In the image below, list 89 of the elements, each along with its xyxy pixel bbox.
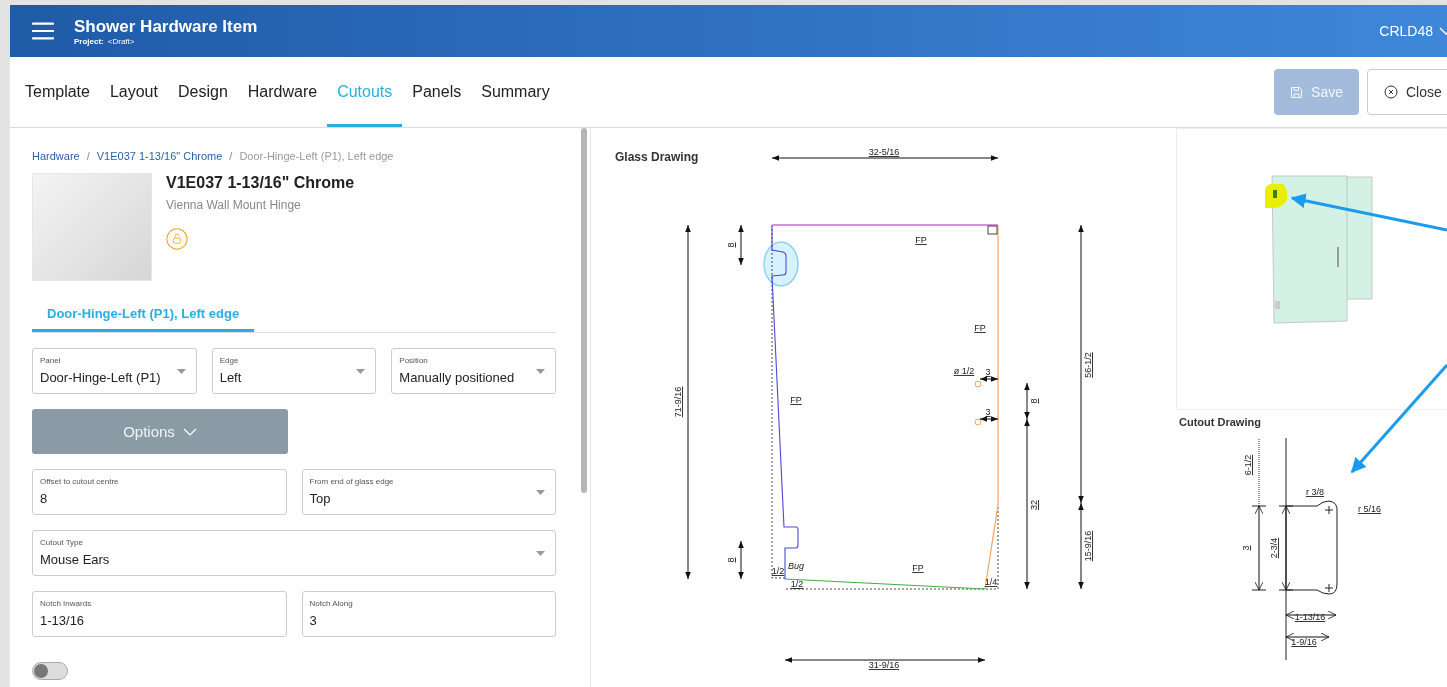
field-value: Door-Hinge-Left (P1) <box>40 370 161 385</box>
product-title: V1E037 1-13/16" Chrome <box>166 174 355 192</box>
dimension-label: FP <box>912 563 924 573</box>
select-field[interactable]: Edge Left <box>211 348 377 394</box>
toggle-switch[interactable] <box>32 662 68 680</box>
project-value: <Draft> <box>107 36 135 46</box>
dimension-label: r 3/8 <box>1306 487 1324 497</box>
product-subtitle: Vienna Wall Mount Hinge <box>166 198 301 212</box>
dimension-label: 8 <box>726 557 736 563</box>
dimension-label: Bug <box>788 561 804 571</box>
input-field[interactable]: Offset to cutout centre 8 <box>32 469 287 515</box>
nav-tab[interactable]: Hardware <box>237 57 328 127</box>
field-label: Offset to cutout centre <box>40 477 119 486</box>
select-field[interactable]: Position Manually positioned <box>391 348 556 394</box>
dimension-label: 1-9/16 <box>1291 637 1317 647</box>
drawing-title: Cutout Drawing <box>1178 415 1262 428</box>
dimension-line <box>979 376 999 382</box>
dimension-label: FP <box>915 235 927 245</box>
dimension-label: 31-9/16 <box>868 660 900 670</box>
hole-circle <box>974 380 982 388</box>
dimension-label: 1/4 <box>984 577 998 587</box>
dimension-label: 8 <box>726 242 736 248</box>
dimension-label: 1/2 <box>790 579 804 589</box>
dimension-label: 1/2 <box>771 566 785 576</box>
dimension-label: 1-13/16 <box>1294 612 1326 622</box>
field-value: 8 <box>40 491 48 506</box>
close-button[interactable]: Close <box>1367 69 1447 115</box>
dimension-label: 8 <box>1029 398 1039 404</box>
dimension-label: ø 1/2 <box>953 366 975 376</box>
field-value: Left <box>219 370 242 385</box>
dimension-label: FP <box>790 395 802 405</box>
input-field[interactable]: Notch Inwards 1-13/16 <box>32 591 287 637</box>
field-label: Position <box>399 356 428 365</box>
corner-square <box>987 225 998 235</box>
project-label: Project: <box>74 36 104 46</box>
dimension-label: 3 <box>1241 545 1251 551</box>
dimension-label: 56-1/2 <box>1083 352 1093 378</box>
select-field[interactable]: Panel Door-Hinge-Left (P1) <box>32 348 197 394</box>
dimension-label: 32-5/16 <box>868 147 900 157</box>
dimension-line <box>738 540 744 580</box>
dimension-label: 6-1/2 <box>1243 454 1253 476</box>
caret-icon <box>176 369 186 374</box>
field-value: Manually positioned <box>399 370 515 385</box>
nav-tab[interactable]: Panels <box>402 57 472 127</box>
hole-circle <box>974 418 982 426</box>
menu-icon[interactable] <box>32 21 54 41</box>
dimension-label: 15-9/16 <box>1083 530 1093 562</box>
field-value: Top <box>309 491 331 506</box>
nav-tab[interactable]: Template <box>15 57 100 127</box>
caret-icon <box>536 551 545 556</box>
chevron-down-icon <box>182 427 197 436</box>
dimension-label: 3 <box>985 407 991 417</box>
scrollbar-thumb[interactable] <box>581 128 587 493</box>
breadcrumb-separator: / <box>229 150 233 162</box>
field-label: Panel <box>40 356 61 365</box>
nav-tab[interactable]: Layout <box>99 57 168 127</box>
nav-tab[interactable]: Summary <box>471 57 560 127</box>
highlight-ellipse <box>763 241 799 287</box>
field-label: Notch Along <box>309 599 353 608</box>
dimension-label: 71-9/16 <box>673 386 683 418</box>
dimension-label: 2-3/4 <box>1269 537 1279 559</box>
user-menu[interactable]: CRLD48 <box>1379 23 1447 39</box>
caret-icon <box>536 369 545 374</box>
field-label: Edge <box>219 356 239 365</box>
dimension-label: r 5/16 <box>1358 504 1381 514</box>
save-icon <box>1290 85 1304 99</box>
breadcrumb-separator: / <box>86 150 90 162</box>
breadcrumb-link[interactable]: Hardware <box>32 150 80 162</box>
input-field[interactable]: Notch Along 3 <box>301 591 556 637</box>
select-field[interactable]: Cutout Type Mouse Ears <box>32 530 556 576</box>
caret-icon <box>356 369 366 374</box>
field-label: From end of glass edge <box>309 477 394 486</box>
drawing-title: Glass Drawing <box>615 150 699 164</box>
dimension-line <box>738 224 744 266</box>
field-label: Cutout Type <box>40 538 83 547</box>
dimension-label: FP <box>974 323 986 333</box>
select-field[interactable]: From end of glass edge Top <box>301 469 556 515</box>
caret-icon <box>536 490 545 495</box>
dimension-label: 32 <box>1029 500 1039 510</box>
app-title: Shower Hardware Item <box>74 16 258 37</box>
field-value: 1-13/16 <box>40 613 85 628</box>
breadcrumb-link[interactable]: V1E037 1-13/16" Chrome <box>96 150 223 162</box>
nav-tab[interactable]: Design <box>167 57 238 127</box>
close-icon <box>1384 85 1398 99</box>
field-value: 3 <box>309 613 317 628</box>
dimension-label: 3 <box>985 367 991 377</box>
field-label: Notch Inwards <box>40 599 92 608</box>
dimension-line <box>979 416 999 422</box>
field-value: Mouse Ears <box>40 552 110 567</box>
